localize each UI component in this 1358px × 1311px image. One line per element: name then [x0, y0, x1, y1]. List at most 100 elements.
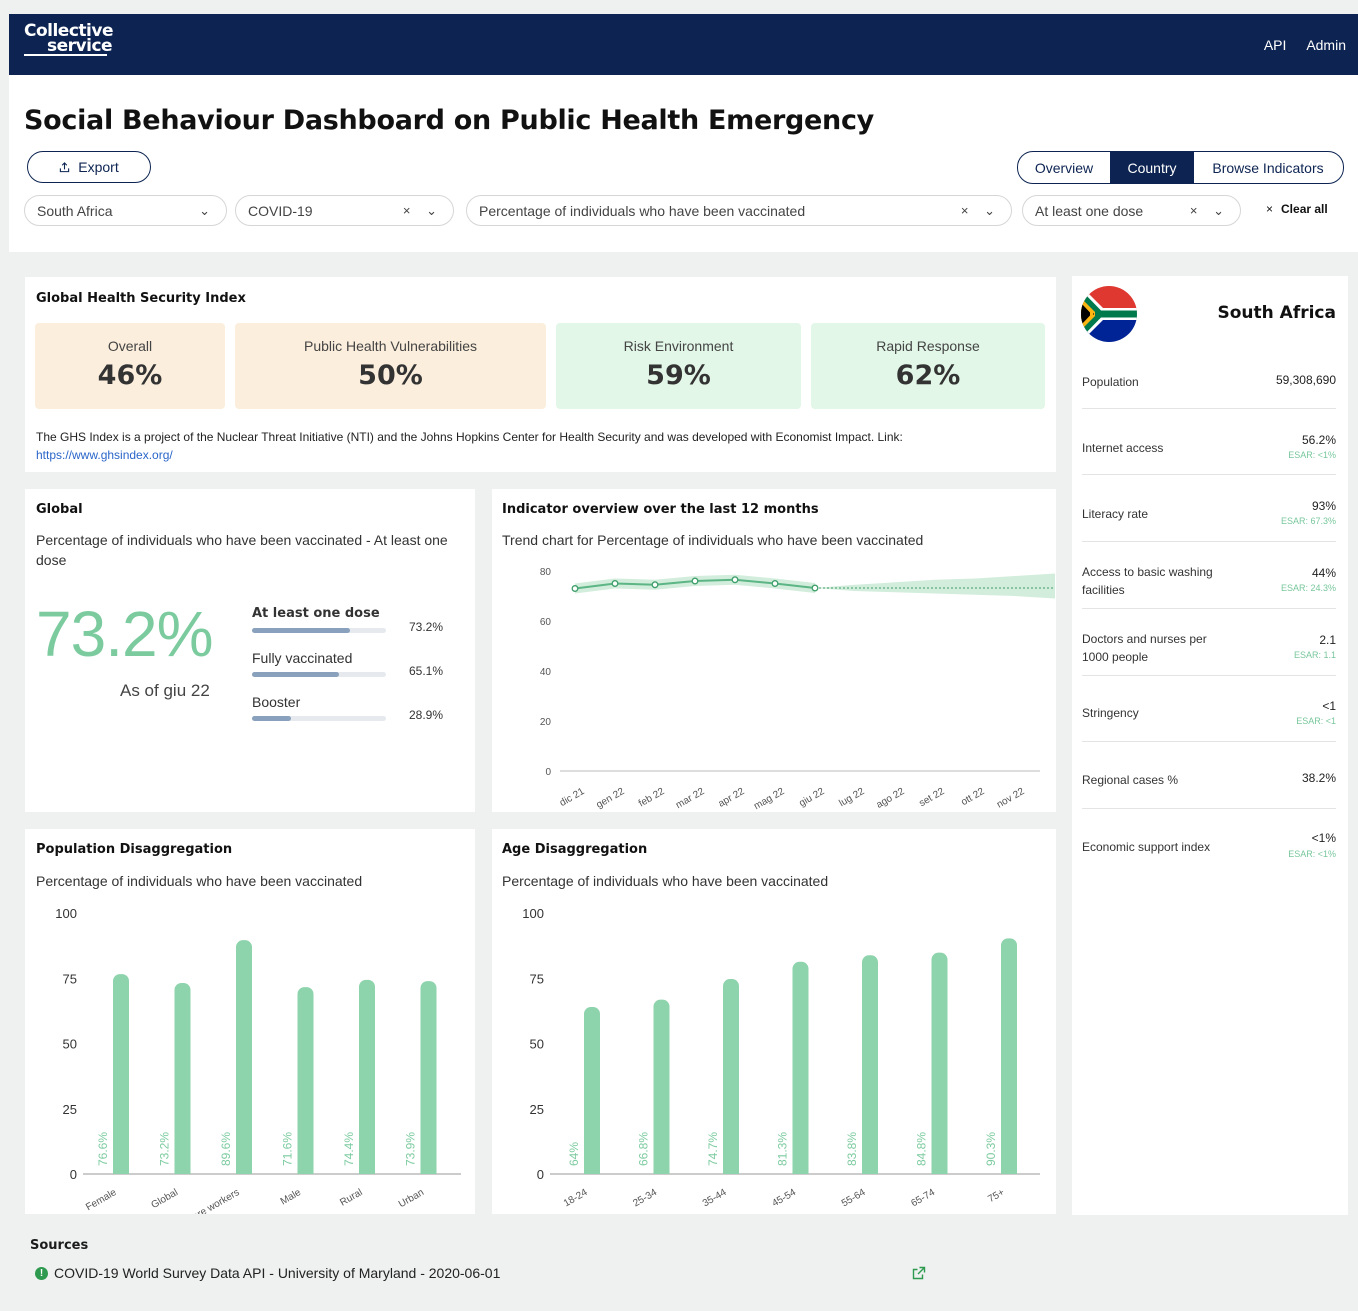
- bar: [1001, 938, 1017, 1174]
- export-label: Export: [78, 159, 119, 175]
- source-text: COVID-19 World Survey Data API - Univers…: [54, 1265, 501, 1281]
- bar: [174, 982, 191, 1174]
- dose-progress-fill: [252, 716, 291, 721]
- ghs-link[interactable]: https://www.ghsindex.org/: [36, 446, 996, 464]
- data-label: 83.8%: [845, 1132, 859, 1166]
- bar-base: [862, 1166, 878, 1174]
- age-card: Age Disaggregation Percentage of individ…: [492, 829, 1056, 1214]
- info-icon: !: [35, 1266, 48, 1280]
- data-label: 64%: [567, 1142, 581, 1166]
- country-select[interactable]: South Africa ⌄: [24, 195, 227, 226]
- data-point: [811, 584, 819, 592]
- bar-base: [653, 1166, 670, 1174]
- bar: [653, 999, 670, 1174]
- data-point: [691, 577, 699, 585]
- stat-esar: ESAR: <1%: [1288, 849, 1336, 859]
- bar: [420, 981, 437, 1174]
- dose-select[interactable]: At least one dose × ⌄: [1022, 195, 1241, 226]
- dose-row-fully-vaccinated: Fully vaccinated 65.1%: [252, 650, 452, 678]
- bar-base: [297, 1166, 314, 1174]
- bar: [584, 1006, 600, 1174]
- x-tick-label: apr 22: [716, 786, 746, 810]
- stat-row-washing: Access to basic washing facilities 44% E…: [1082, 542, 1336, 609]
- ghs-rapid-label: Rapid Response: [876, 338, 980, 354]
- dose-progress-fill: [252, 628, 351, 633]
- data-label: 71.6%: [281, 1132, 295, 1166]
- x-tick-label: gen 22: [595, 786, 627, 811]
- x-tick-label: Rural: [338, 1187, 364, 1208]
- ghs-index-card: Global Health Security Index Overall 46%…: [25, 277, 1056, 472]
- tab-country[interactable]: Country: [1110, 152, 1194, 183]
- x-tick-label: giu 22: [797, 786, 826, 809]
- data-point: [571, 585, 579, 592]
- nav-link-api[interactable]: API: [1264, 37, 1287, 53]
- y-tick-label: 20: [540, 717, 552, 728]
- nav-link-admin[interactable]: Admin: [1306, 37, 1346, 53]
- tab-browse-indicators[interactable]: Browse Indicators: [1194, 152, 1342, 183]
- clear-chevron-icons[interactable]: × ⌄: [403, 203, 443, 219]
- bar-base: [359, 1166, 375, 1174]
- global-big-value: 73.2%: [36, 598, 213, 670]
- ghs-risk-value: 59%: [646, 360, 711, 391]
- stat-row-internet: Internet access 56.2% ESAR: <1%: [1082, 409, 1336, 475]
- bar-base: [420, 1166, 437, 1174]
- population-chart: 025507510076.6%Female73.2%Global89.6%Hea…: [55, 906, 461, 1214]
- dose-value: 65.1%: [409, 664, 444, 678]
- emergency-select[interactable]: COVID-19 × ⌄: [235, 195, 454, 226]
- country-select-value: South Africa: [37, 202, 113, 219]
- stat-label: Access to basic washing facilities: [1082, 565, 1213, 597]
- ghs-vulnerabilities-label: Public Health Vulnerabilities: [303, 338, 478, 354]
- x-tick-label: 75+: [986, 1187, 1006, 1205]
- x-tick-label: 25-34: [631, 1187, 659, 1210]
- tab-overview[interactable]: Overview: [1018, 152, 1110, 183]
- clear-chevron-icons[interactable]: × ⌄: [1190, 203, 1230, 219]
- stat-label: Regional cases %: [1082, 773, 1179, 787]
- dose-row-at-least-one: At least one dose 73.2%: [252, 606, 452, 634]
- clear-chevron-icons[interactable]: × ⌄: [961, 203, 1001, 219]
- global-title: Global: [36, 502, 83, 517]
- external-link-icon[interactable]: [912, 1266, 926, 1280]
- export-button[interactable]: Export: [27, 151, 151, 183]
- country-name: South Africa: [1217, 303, 1337, 323]
- clear-all-button[interactable]: × Clear all: [1266, 202, 1328, 216]
- y-tick-label: 50: [530, 1037, 544, 1052]
- data-label: 90.3%: [984, 1132, 998, 1166]
- x-tick-label: Male: [279, 1187, 304, 1208]
- bar-base: [1001, 1166, 1017, 1174]
- x-tick-label: 55-64: [840, 1187, 868, 1210]
- data-label: 81.3%: [776, 1132, 790, 1166]
- stat-value: 2.1: [1319, 633, 1336, 647]
- bar-base: [236, 1166, 252, 1174]
- nav-links: API Admin: [1248, 37, 1346, 53]
- y-tick-label: 75: [530, 971, 544, 986]
- data-label: 89.6%: [219, 1132, 233, 1166]
- export-icon: [60, 161, 70, 172]
- dose-track: [252, 628, 386, 633]
- global-as-of: As of giu 22: [120, 681, 210, 700]
- ghs-overall-label: Overall: [107, 338, 153, 354]
- y-tick-label: 50: [63, 1037, 77, 1052]
- bar: [297, 987, 314, 1174]
- ghs-note-text: The GHS Index is a project of the Nuclea…: [36, 430, 903, 444]
- x-tick-label: ago 22: [875, 786, 907, 811]
- stat-row-population: Population 59,308,690: [1082, 355, 1336, 409]
- data-point: [731, 576, 739, 584]
- x-tick-label: mar 22: [674, 786, 707, 811]
- data-label: 76.6%: [96, 1132, 110, 1166]
- y-tick-label: 100: [522, 906, 544, 921]
- y-tick-label: 0: [545, 767, 551, 778]
- x-tick-label: set 22: [917, 786, 946, 809]
- bar-base: [584, 1166, 600, 1174]
- logo[interactable]: Collective service: [24, 23, 113, 56]
- ghs-vulnerabilities-value: 50%: [358, 360, 423, 391]
- view-toggle: Overview Country Browse Indicators: [1017, 151, 1344, 184]
- data-label: 74.7%: [706, 1132, 720, 1166]
- indicator-select-value: Percentage of individuals who have been …: [479, 202, 806, 219]
- y-tick-label: 75: [63, 971, 77, 986]
- age-chart: 0 25 50 75 100 64% 18-24 66.8% 25-34 74.7% 35-44 81…: [522, 906, 1040, 1210]
- bar: [723, 979, 739, 1174]
- stat-label: Doctors and nurses per 1000 people: [1082, 632, 1207, 664]
- stat-value: <1%: [1311, 831, 1336, 845]
- indicator-select[interactable]: Percentage of individuals who have been …: [466, 195, 1012, 226]
- ghs-note: The GHS Index is a project of the Nuclea…: [36, 428, 996, 464]
